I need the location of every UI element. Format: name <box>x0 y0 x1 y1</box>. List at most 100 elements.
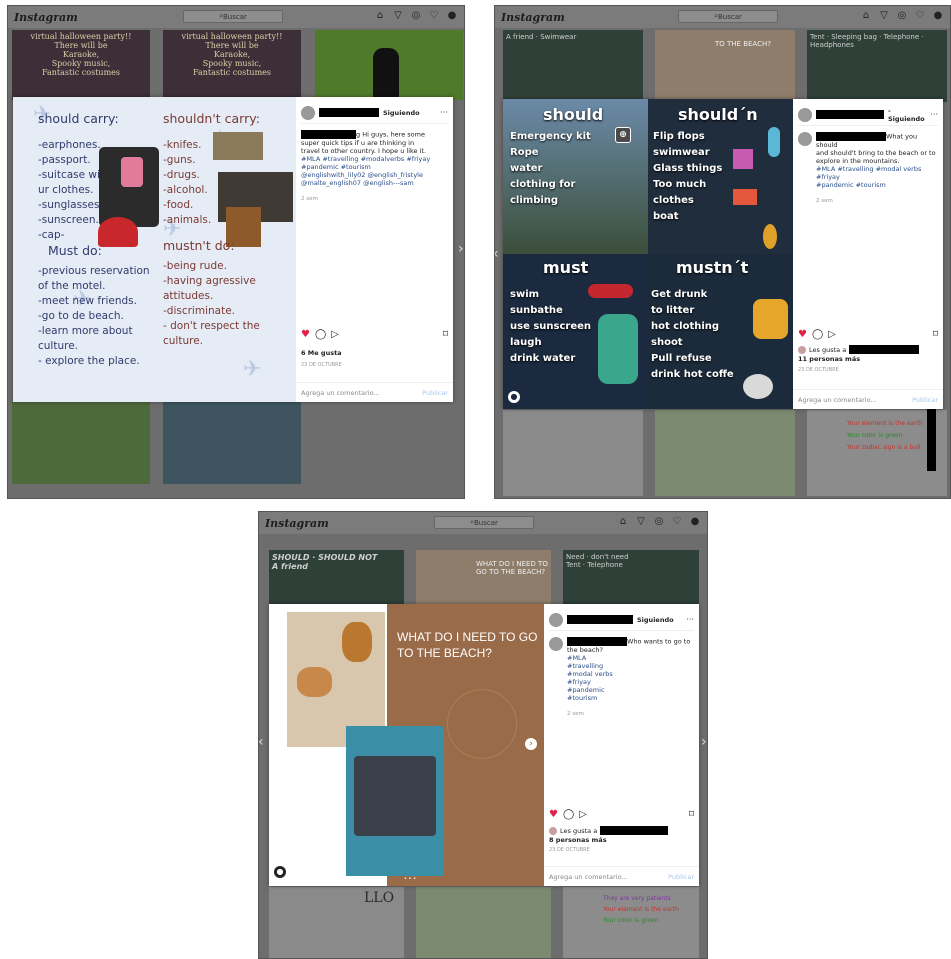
post-date: 23 DE OCTUBRE <box>549 847 590 853</box>
home-icon[interactable]: ⌂ <box>617 516 629 528</box>
hashtag-line[interactable]: #MLA #travelling #modal verbs #friyay <box>816 165 921 181</box>
poster-what-do-i-need[interactable]: WHAT DO I NEED TO GO TO THE BEACH? › ● •… <box>269 604 544 886</box>
bg-tile-earth[interactable] <box>416 887 551 958</box>
bg-tile-green[interactable] <box>315 30 463 100</box>
bg-tile-need[interactable]: Tent · Sleeping bag · Telephone · Headph… <box>807 30 947 102</box>
author-avatar[interactable] <box>549 637 563 651</box>
hashtag-line[interactable]: #MLA #travelling #modalverbs #friyay <box>301 155 430 163</box>
comment-icon[interactable]: ◯ <box>812 329 823 340</box>
instagram-logo[interactable]: Instagram <box>14 11 78 24</box>
bookmark-icon[interactable]: ⌑ <box>689 809 694 820</box>
following-button[interactable]: Siguiendo <box>637 616 674 624</box>
person-silhouette <box>373 48 399 98</box>
like-heart-icon[interactable]: ♥ <box>301 329 310 340</box>
more-options-icon[interactable]: ··· <box>440 108 448 117</box>
share-icon[interactable]: ▷ <box>331 329 339 340</box>
explore-icon[interactable]: ◎ <box>410 10 422 22</box>
hashtag[interactable]: #MLA <box>567 654 586 662</box>
likes-count[interactable]: 11 personas más <box>798 355 860 363</box>
explore-icon[interactable]: ◎ <box>896 10 908 22</box>
hashtag[interactable]: #friyay <box>567 678 591 686</box>
search-input[interactable]: ⌕ Buscar <box>678 10 778 23</box>
user-tag-icon[interactable]: ● <box>274 866 286 878</box>
bg-tile-rainbow[interactable] <box>163 402 301 484</box>
author-avatar[interactable] <box>798 132 812 146</box>
search-input[interactable]: ⌕ Buscar <box>434 516 534 529</box>
home-icon[interactable]: ⌂ <box>374 10 386 22</box>
publish-button[interactable]: Publicar <box>668 873 694 881</box>
bg-tile-should[interactable]: A friend · Swimwear <box>503 30 643 102</box>
like-heart-icon[interactable]: ♥ <box>798 329 807 340</box>
bg-tile-food[interactable] <box>12 402 150 484</box>
more-options-icon[interactable]: ··· <box>930 110 938 119</box>
quadrant-must: must swim sunbathe use sunscreen laugh d… <box>503 254 648 409</box>
likes-count[interactable]: 6 Me gusta <box>301 349 342 357</box>
poster-should-carry[interactable]: ✈ ✈ ✈ ✈ ✈ should carry: -earphones. -pas… <box>13 97 296 402</box>
hashtag[interactable]: #pandemic <box>567 686 605 694</box>
bg-tile-need[interactable]: Need · don't need Tent · Telephone <box>563 550 699 612</box>
hashtag-line[interactable]: #pandemic #tourism <box>301 163 371 171</box>
home-icon[interactable]: ⌂ <box>860 10 872 22</box>
list-item: -drugs. <box>163 169 200 181</box>
heart-icon[interactable]: ♡ <box>914 10 926 22</box>
direct-icon[interactable]: ▽ <box>635 516 647 528</box>
should-title: should <box>543 105 604 124</box>
comment-icon[interactable]: ◯ <box>315 329 326 340</box>
bg-tile-chart[interactable] <box>503 410 643 496</box>
bg-tile-earth[interactable] <box>655 410 795 496</box>
user-tag-icon[interactable]: ● <box>508 391 520 403</box>
hashtag[interactable]: #tourism <box>567 694 597 702</box>
explore-icon[interactable]: ◎ <box>653 516 665 528</box>
bg-tile-halloween-1[interactable]: virtual halloween party!! There will be Ka… <box>12 30 150 100</box>
more-options-icon[interactable]: ··· <box>686 615 694 624</box>
heart-icon[interactable]: ♡ <box>671 516 683 528</box>
author-avatar[interactable] <box>798 107 812 122</box>
poster-should-must[interactable]: should Emergency kit Rope water clothing… <box>503 99 793 409</box>
bg-tile-halloween-2[interactable]: virtual halloween party!! There will be Ka… <box>163 30 301 100</box>
profile-avatar[interactable]: ● <box>932 10 944 22</box>
next-arrow-icon[interactable]: › <box>701 734 707 750</box>
profile-avatar[interactable]: ● <box>689 516 701 528</box>
search-input[interactable]: ⌕ Buscar <box>183 10 283 23</box>
list-item: -learn more about <box>38 325 133 337</box>
prev-arrow-icon[interactable]: ‹ <box>259 734 264 750</box>
bg-tile-beach[interactable]: WHAT DO I NEED TO GO TO THE BEACH? <box>416 550 551 612</box>
profile-avatar[interactable]: ● <box>446 10 458 22</box>
following-button[interactable]: - Siguiendo <box>888 107 926 123</box>
next-arrow-icon[interactable]: › <box>458 241 464 257</box>
publish-button[interactable]: Publicar <box>422 389 448 397</box>
hashtag[interactable]: #modal verbs <box>567 670 613 678</box>
bg-tile-beach[interactable]: TO THE BEACH? <box>655 30 795 102</box>
quadrant-shouldnt: should´n Flip flops swimwear Glass thing… <box>648 99 793 254</box>
share-icon[interactable]: ▷ <box>828 329 836 340</box>
heart-icon[interactable]: ♡ <box>428 10 440 22</box>
caption-line: the beach? <box>567 646 603 654</box>
comment-icon[interactable]: ◯ <box>563 809 574 820</box>
mention-line[interactable]: @malte_english07 @english---sam <box>301 179 414 187</box>
bookmark-icon[interactable]: ⌑ <box>933 329 938 340</box>
bg-tile-chart[interactable]: LLO <box>269 887 404 958</box>
following-button[interactable]: Siguiendo <box>383 109 420 117</box>
next-slide-icon[interactable]: › <box>525 738 537 750</box>
bookmark-icon[interactable]: ⌑ <box>443 329 448 340</box>
bg-tile-taurus[interactable]: They are very patients Your element is t… <box>563 887 699 958</box>
like-heart-icon[interactable]: ♥ <box>549 809 558 820</box>
direct-icon[interactable]: ▽ <box>392 10 404 22</box>
hashtag-line[interactable]: #pandemic #tourism <box>816 181 886 189</box>
bg-tile-should[interactable]: SHOULD · SHOULD NOT A friend <box>269 550 404 612</box>
author-avatar[interactable] <box>301 105 315 120</box>
comment-input[interactable]: Agrega un comentario... <box>798 396 877 404</box>
author-avatar[interactable] <box>549 612 563 627</box>
prev-arrow-icon[interactable]: ‹ <box>495 246 499 262</box>
likes-count[interactable]: 8 personas más <box>549 836 607 844</box>
mention-line[interactable]: @englishwith_lily02 @english_fristyle <box>301 171 423 179</box>
direct-icon[interactable]: ▽ <box>878 10 890 22</box>
instagram-logo[interactable]: Instagram <box>501 11 565 24</box>
share-icon[interactable]: ▷ <box>579 809 587 820</box>
publish-button[interactable]: Publicar <box>912 396 938 404</box>
instagram-logo[interactable]: Instagram <box>265 517 329 530</box>
hashtag[interactable]: #travelling <box>567 662 603 670</box>
comment-input[interactable]: Agrega un comentario... <box>301 389 380 397</box>
bg-tile-taurus[interactable]: Your element is the earth Your color is … <box>807 410 947 496</box>
comment-input[interactable]: Agrega un comentario... <box>549 873 628 881</box>
